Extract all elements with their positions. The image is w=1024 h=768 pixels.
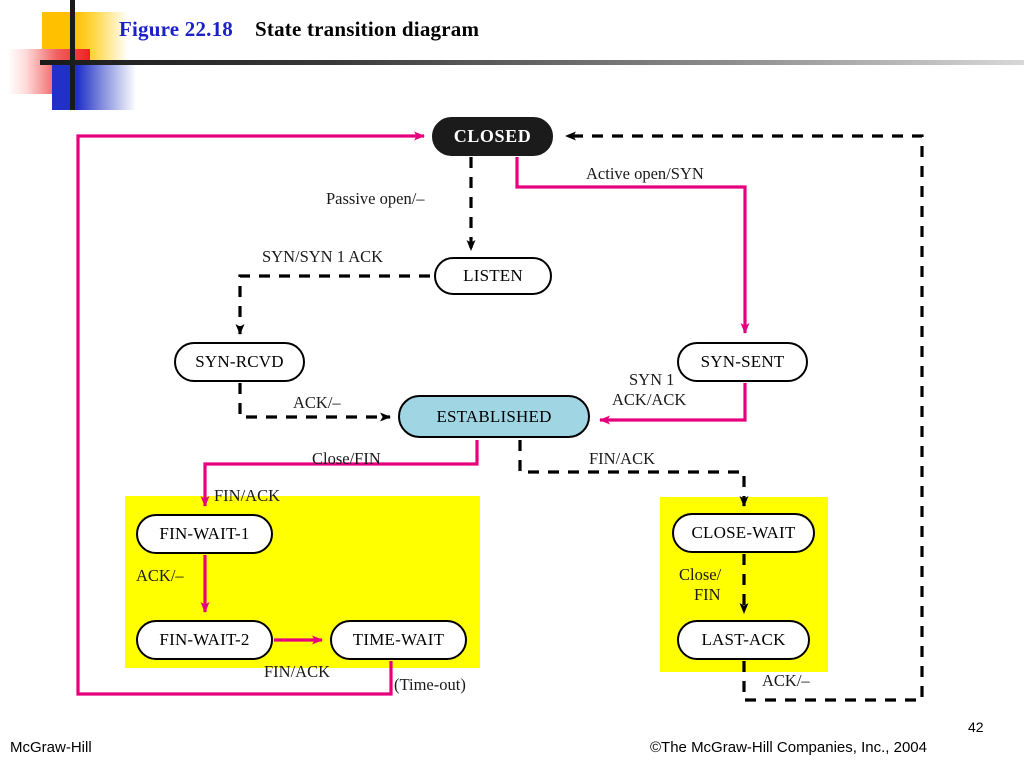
state-transition-diagram: CLOSED LISTEN SYN-RCVD SYN-SENT ESTABLIS… bbox=[0, 0, 1024, 768]
edge-label-ack-dash-syn-rcvd: ACK/– bbox=[293, 393, 341, 412]
edge-label-syn-syn-ack: SYN/SYN 1 ACK bbox=[262, 247, 384, 266]
edge-label-fin-ack-bottom: FIN/ACK bbox=[264, 662, 331, 681]
edge-label-ack-dash-last-ack: ACK/– bbox=[762, 671, 810, 690]
state-node-listen[interactable]: LISTEN bbox=[434, 257, 552, 295]
state-node-established[interactable]: ESTABLISHED bbox=[398, 395, 590, 438]
edge-label-close-fin-server-1: Close/ bbox=[679, 565, 722, 584]
state-label: FIN-WAIT-1 bbox=[159, 524, 250, 543]
state-node-syn-sent[interactable]: SYN-SENT bbox=[677, 342, 808, 382]
state-label: LISTEN bbox=[463, 266, 523, 285]
edge-label-ack-dash-fin-wait: ACK/– bbox=[136, 566, 184, 585]
edge-label-close-fin: Close/FIN bbox=[312, 449, 381, 468]
edge-label-close-fin-server-2: FIN bbox=[694, 585, 721, 604]
state-label: LAST-ACK bbox=[701, 630, 786, 649]
state-label: CLOSED bbox=[453, 126, 532, 146]
edge-label-syn1: SYN 1 bbox=[629, 370, 675, 389]
footer-copyright: ©The McGraw-Hill Companies, Inc., 2004 bbox=[650, 739, 927, 756]
state-label: SYN-RCVD bbox=[195, 352, 284, 371]
state-label: ESTABLISHED bbox=[436, 406, 552, 426]
state-node-fin-wait-2[interactable]: FIN-WAIT-2 bbox=[136, 620, 273, 660]
state-node-close-wait[interactable]: CLOSE-WAIT bbox=[672, 513, 815, 553]
state-label: CLOSE-WAIT bbox=[691, 523, 796, 542]
slide: Figure 22.18 State transition diagram CL… bbox=[0, 0, 1024, 768]
footer-page-number: 42 bbox=[968, 719, 984, 735]
state-label: SYN-SENT bbox=[700, 352, 785, 371]
edge-listen-to-syn-rcvd bbox=[235, 274, 430, 335]
state-node-time-wait[interactable]: TIME-WAIT bbox=[330, 620, 467, 660]
state-label: FIN-WAIT-2 bbox=[159, 630, 250, 649]
state-label: TIME-WAIT bbox=[352, 630, 445, 649]
footer-publisher: McGraw-Hill bbox=[10, 739, 92, 756]
edge-label-active-open: Active open/SYN bbox=[586, 164, 704, 183]
edge-time-wait-to-closed bbox=[76, 131, 425, 696]
edge-label-passive-open: Passive open/– bbox=[326, 189, 425, 208]
edge-label-ack-ack: ACK/ACK bbox=[612, 390, 687, 409]
state-node-closed[interactable]: CLOSED bbox=[432, 117, 553, 156]
edge-label-fin-ack-client: FIN/ACK bbox=[214, 486, 281, 505]
state-node-fin-wait-1[interactable]: FIN-WAIT-1 bbox=[136, 514, 273, 554]
edge-label-time-out: (Time-out) bbox=[394, 675, 466, 694]
edge-label-fin-ack-server: FIN/ACK bbox=[589, 449, 656, 468]
state-node-last-ack[interactable]: LAST-ACK bbox=[677, 620, 810, 660]
state-node-syn-rcvd[interactable]: SYN-RCVD bbox=[174, 342, 305, 382]
